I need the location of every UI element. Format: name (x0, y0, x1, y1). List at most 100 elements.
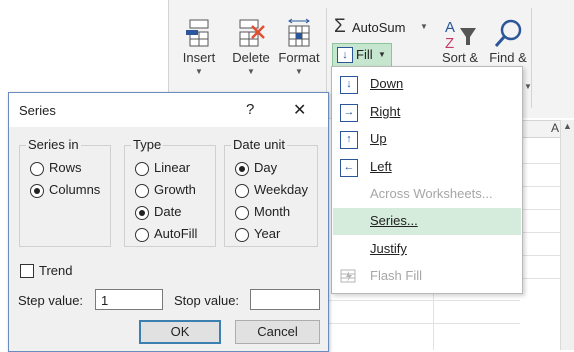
delete-button[interactable]: Delete ▼ (227, 18, 275, 88)
format-label: Format (278, 50, 320, 65)
insert-button[interactable]: Insert ▼ (175, 18, 223, 88)
radio-label: Rows (49, 160, 82, 175)
type-group: Type Linear Growth Date AutoFill (124, 137, 216, 247)
svg-text:A: A (445, 19, 455, 36)
radio-label: Linear (154, 160, 191, 175)
grid-line (327, 323, 520, 324)
arrow-left-icon: ← (340, 159, 358, 177)
fill-dropdown-menu: ↓ Down → Right ↑ Up ← Left Across Worksh… (331, 66, 523, 294)
radio-button[interactable] (135, 162, 149, 176)
menu-item-label: Flash Fill (370, 268, 423, 283)
column-header-label: A (551, 121, 560, 135)
radio-button[interactable] (235, 228, 249, 242)
menu-item-label: Right (370, 104, 401, 119)
menu-item-left[interactable]: ← Left (333, 154, 521, 181)
ribbon-divider (531, 8, 532, 108)
radio-label: Date (154, 204, 182, 219)
grid-line (520, 163, 560, 164)
fill-button[interactable]: ↓ Fill ▼ (332, 43, 392, 67)
radio-label: Growth (154, 182, 196, 197)
grid-line (520, 209, 560, 210)
menu-item-label: Across Worksheets... (370, 186, 493, 201)
menu-item-label: Up (370, 131, 387, 146)
arrow-up-icon: ↑ (340, 131, 358, 149)
radio-button[interactable] (30, 162, 44, 176)
cancel-button[interactable]: Cancel (235, 320, 320, 344)
radio-button[interactable] (135, 206, 149, 220)
sort-filter-icon: A Z (445, 19, 476, 50)
format-button[interactable]: Format ▼ (275, 18, 323, 88)
dialog-titlebar[interactable]: Series ? ✕ (9, 93, 328, 127)
help-button[interactable]: ? (246, 101, 254, 118)
delete-label: Delete (232, 50, 270, 65)
menu-item-flash-fill: Flash Fill (333, 263, 521, 290)
worksheet-grid[interactable]: A ▲ (520, 118, 574, 350)
radio-label: Columns (49, 182, 101, 197)
menu-item-label: Down (370, 76, 404, 91)
svg-text:Z: Z (445, 35, 454, 50)
insert-cells-icon (186, 19, 209, 47)
grid-line (520, 255, 560, 256)
menu-item-label: Left (370, 159, 392, 174)
grid-line (520, 278, 560, 279)
series-dialog: Series ? ✕ Series in Rows Columns Type L… (8, 92, 329, 352)
chevron-down-icon: ▼ (378, 50, 386, 59)
worksheet-grid-lower[interactable] (327, 292, 520, 350)
insert-label: Insert (182, 50, 216, 65)
trend-label: Trend (39, 263, 73, 278)
menu-item-label: Series... (370, 213, 418, 228)
step-value-input[interactable]: 1 (95, 289, 163, 310)
menu-item-series[interactable]: Series... (333, 208, 521, 235)
dialog-title: Series (19, 103, 56, 118)
magnifier-icon (494, 19, 522, 47)
close-icon[interactable]: ✕ (293, 100, 306, 120)
trend-checkbox[interactable]: Trend (20, 263, 100, 281)
step-value-label: Step value: (18, 293, 84, 308)
chevron-down-icon: ▼ (247, 67, 255, 76)
menu-item-down[interactable]: ↓ Down (333, 71, 521, 98)
chevron-down-icon: ▼ (524, 82, 532, 91)
radio-button[interactable] (235, 162, 249, 176)
chevron-down-icon: ▼ (420, 22, 428, 31)
scrollbar-vertical[interactable]: ▲ (560, 120, 574, 350)
stop-value-input[interactable] (250, 289, 320, 310)
radio-button[interactable] (135, 184, 149, 198)
radio-button[interactable] (135, 228, 149, 242)
chevron-down-icon: ▼ (195, 67, 203, 76)
sigma-icon: Σ (334, 16, 346, 37)
fill-down-icon: ↓ (337, 47, 353, 63)
fill-label: Fill (356, 47, 373, 62)
sort-label: Sort & (441, 50, 479, 65)
menu-item-justify[interactable]: Justify (333, 236, 521, 263)
radio-label: AutoFill (154, 226, 198, 241)
series-in-title: Series in (26, 137, 81, 152)
radio-button[interactable] (235, 184, 249, 198)
stop-value-label: Stop value: (174, 293, 240, 308)
scroll-up-icon[interactable]: ▲ (563, 121, 572, 131)
column-header[interactable]: A (520, 120, 562, 138)
radio-label: Month (254, 204, 291, 219)
date-unit-title: Date unit (231, 137, 288, 152)
arrow-right-icon: → (340, 104, 358, 122)
autosum-label: AutoSum (352, 20, 406, 35)
menu-item-right[interactable]: → Right (333, 99, 521, 126)
grid-line (520, 232, 560, 233)
chevron-down-icon: ▼ (295, 67, 303, 76)
ok-button[interactable]: OK (139, 320, 221, 344)
radio-label: Weekday (254, 182, 308, 197)
menu-item-up[interactable]: ↑ Up (333, 126, 521, 153)
menu-item-label: Justify (370, 241, 407, 256)
grid-line (327, 300, 520, 301)
checkbox[interactable] (20, 264, 34, 278)
type-title: Type (131, 137, 164, 152)
autosum-button[interactable]: Σ AutoSum ▼ (332, 16, 432, 40)
radio-label: Year (254, 226, 281, 241)
grid-line (520, 186, 560, 187)
radio-button[interactable] (235, 206, 249, 220)
arrow-down-icon: ↓ (340, 76, 358, 94)
series-in-group: Series in Rows Columns (19, 137, 111, 247)
flash-fill-icon (340, 269, 356, 283)
radio-button[interactable] (30, 184, 44, 198)
menu-item-across-worksheets: Across Worksheets... (333, 181, 521, 208)
find-label: Find & (489, 50, 527, 65)
